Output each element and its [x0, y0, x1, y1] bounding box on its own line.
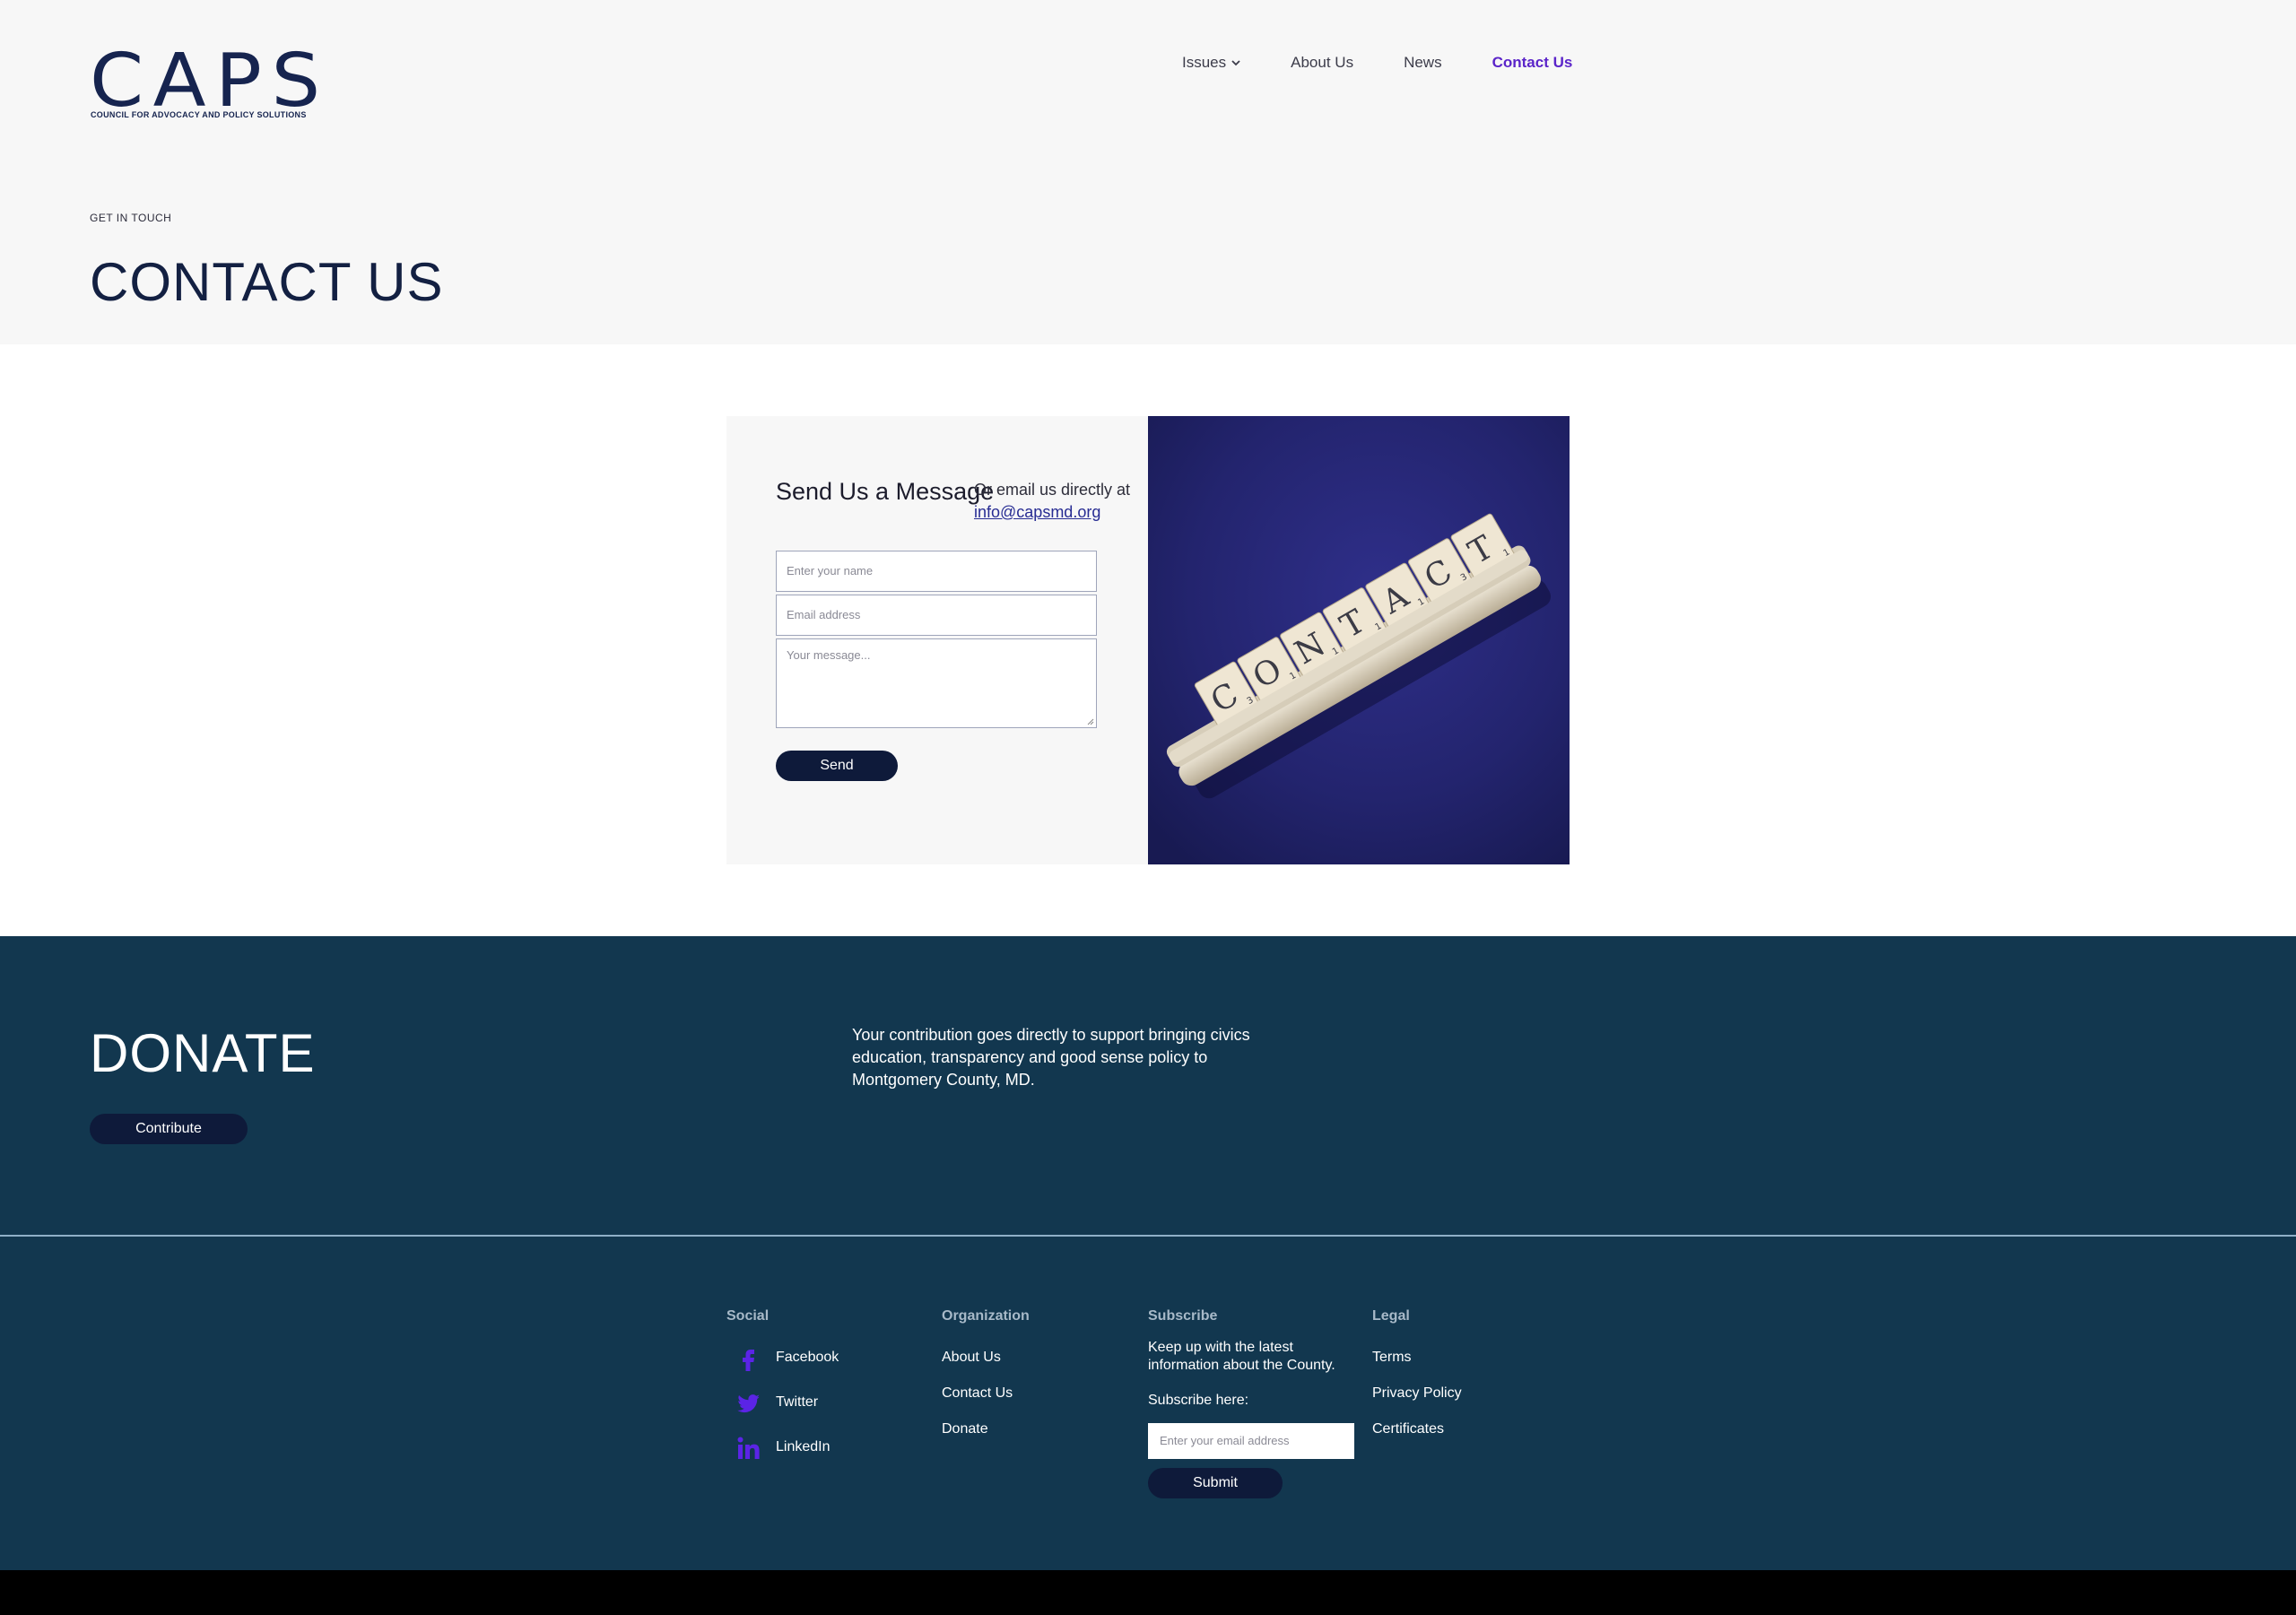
page-eyebrow: GET IN TOUCH [90, 212, 172, 224]
message-textarea[interactable]: Your message... [776, 638, 1097, 728]
logo-tagline: COUNCIL FOR ADVOCACY AND POLICY SOLUTION… [91, 110, 307, 119]
donate-section: DONATE Contribute Your contribution goes… [0, 936, 2296, 1236]
nav-item-contact-us[interactable]: Contact Us [1492, 54, 1573, 72]
footer: Social Facebook Twitter LinkedIn Organiz… [0, 1237, 2296, 1570]
nav-item-news[interactable]: News [1404, 54, 1442, 72]
bottom-bar [0, 1570, 2296, 1615]
footer-organization-title: Organization [942, 1308, 1030, 1324]
footer-link-privacy-policy[interactable]: Privacy Policy [1372, 1385, 1462, 1402]
footer-legal-title: Legal [1372, 1308, 1410, 1324]
footer-link-donate[interactable]: Donate [942, 1421, 988, 1437]
contact-form-panel: Send Us a Message Or email us directly a… [726, 416, 1148, 864]
nav-item-label: Issues [1182, 54, 1227, 71]
footer-link-twitter[interactable]: Twitter [776, 1394, 818, 1411]
email-input[interactable]: Email address [776, 595, 1097, 636]
page-title: CONTACT US [90, 252, 444, 312]
nav-item-label: About Us [1291, 54, 1354, 71]
footer-social-title: Social [726, 1308, 770, 1324]
footer-link-about-us[interactable]: About Us [942, 1350, 1001, 1366]
subscribe-label: Subscribe here: [1148, 1393, 1249, 1408]
message-placeholder: Your message... [787, 648, 871, 662]
caps-logo[interactable]: CAPS COUNCIL FOR ADVOCACY AND POLICY SOL… [90, 45, 323, 127]
header-section: CAPS COUNCIL FOR ADVOCACY AND POLICY SOL… [0, 0, 2296, 344]
nav-item-label: News [1404, 54, 1442, 71]
nav-item-about-us[interactable]: About Us [1291, 54, 1353, 72]
nav-item-issues[interactable]: Issues [1182, 54, 1240, 72]
contribute-button[interactable]: Contribute [90, 1114, 248, 1144]
footer-link-facebook[interactable]: Facebook [776, 1350, 839, 1366]
footer-link-contact-us[interactable]: Contact Us [942, 1385, 1013, 1402]
facebook-icon[interactable] [736, 1346, 761, 1371]
donate-description: Your contribution goes directly to suppo… [852, 1026, 1250, 1089]
form-heading: Send Us a Message [776, 478, 995, 505]
donate-title: DONATE [90, 1023, 316, 1083]
email-note: Or email us directly at info@capsmd.org [974, 479, 1130, 524]
nav-item-label: Contact Us [1492, 54, 1573, 71]
footer-link-certificates[interactable]: Certificates [1372, 1421, 1444, 1437]
send-button[interactable]: Send [776, 751, 898, 781]
logo-wordmark: CAPS [90, 39, 330, 124]
footer-link-linkedin[interactable]: LinkedIn [776, 1439, 831, 1455]
email-link[interactable]: info@capsmd.org [974, 503, 1100, 521]
twitter-icon[interactable] [736, 1391, 761, 1416]
submit-button[interactable]: Submit [1148, 1468, 1283, 1498]
main-nav: Issues About Us News Contact Us [1182, 52, 1622, 74]
name-input[interactable]: Enter your name [776, 551, 1097, 592]
footer-link-terms[interactable]: Terms [1372, 1350, 1412, 1366]
contact-image: C 3 O 1 N 1 T 1 A 1 C 3 T 1 [1148, 416, 1570, 864]
resize-handle-icon[interactable] [1087, 718, 1094, 725]
chevron-down-icon [1231, 60, 1240, 66]
footer-subscribe-title: Subscribe [1148, 1308, 1218, 1324]
subscribe-email-input[interactable]: Enter your email address [1148, 1423, 1354, 1459]
scrabble-contact-illustration: C 3 O 1 N 1 T 1 A 1 C 3 T 1 [1148, 416, 1570, 864]
linkedin-icon[interactable] [736, 1436, 761, 1461]
subscribe-description: Keep up with the latest information abou… [1148, 1340, 1335, 1373]
email-note-text: Or email us directly at [974, 481, 1131, 499]
